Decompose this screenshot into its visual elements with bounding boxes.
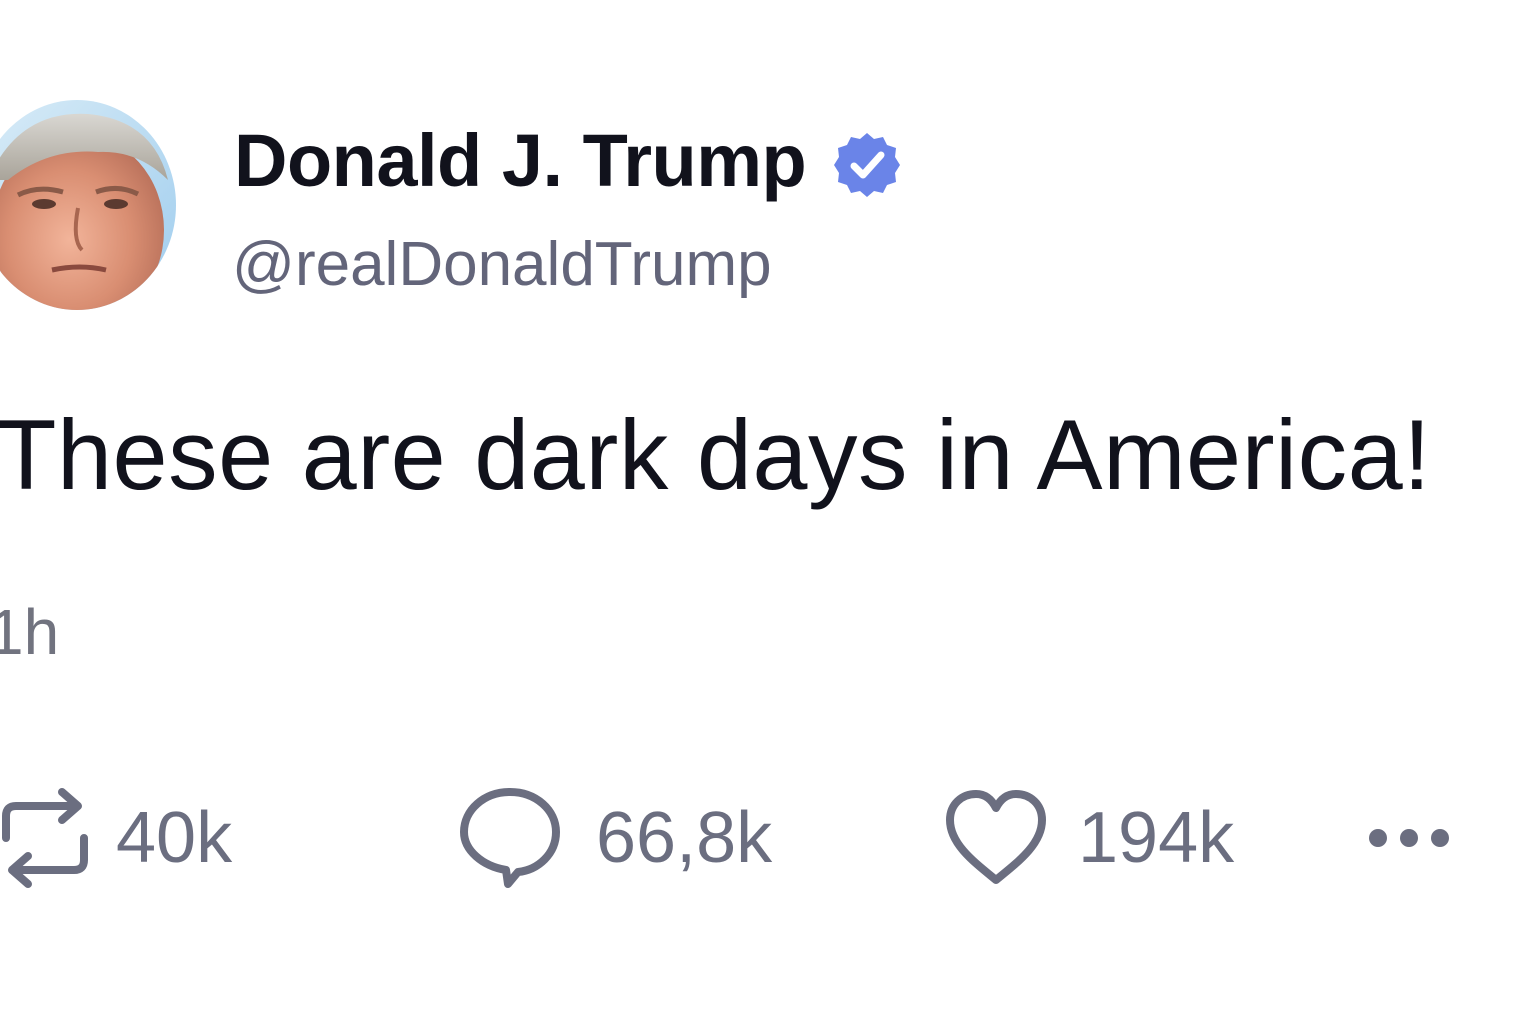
tweet-card: Donald J. Trump @realDonaldTrump These a… bbox=[0, 0, 1536, 1024]
author-handle[interactable]: @realDonaldTrump bbox=[232, 234, 772, 296]
timestamp[interactable]: 1h bbox=[0, 600, 59, 664]
retweet-icon bbox=[2, 788, 88, 888]
retweet-count: 40k bbox=[116, 798, 233, 878]
like-button[interactable]: 194k bbox=[944, 788, 1234, 888]
reply-button[interactable]: 66,8k bbox=[458, 788, 772, 888]
more-options-button[interactable] bbox=[1366, 820, 1452, 856]
author-display-name[interactable]: Donald J. Trump bbox=[234, 124, 807, 198]
avatar[interactable] bbox=[0, 100, 176, 310]
reply-icon bbox=[460, 788, 560, 888]
avatar-image bbox=[0, 100, 176, 310]
verified-badge-icon bbox=[834, 131, 900, 199]
retweet-button[interactable]: 40k bbox=[0, 788, 232, 888]
more-icon bbox=[1369, 829, 1449, 847]
like-count: 194k bbox=[1078, 798, 1235, 878]
reply-count: 66,8k bbox=[596, 798, 773, 878]
heart-icon bbox=[946, 790, 1046, 884]
tweet-text: These are dark days in America! bbox=[0, 399, 1432, 510]
